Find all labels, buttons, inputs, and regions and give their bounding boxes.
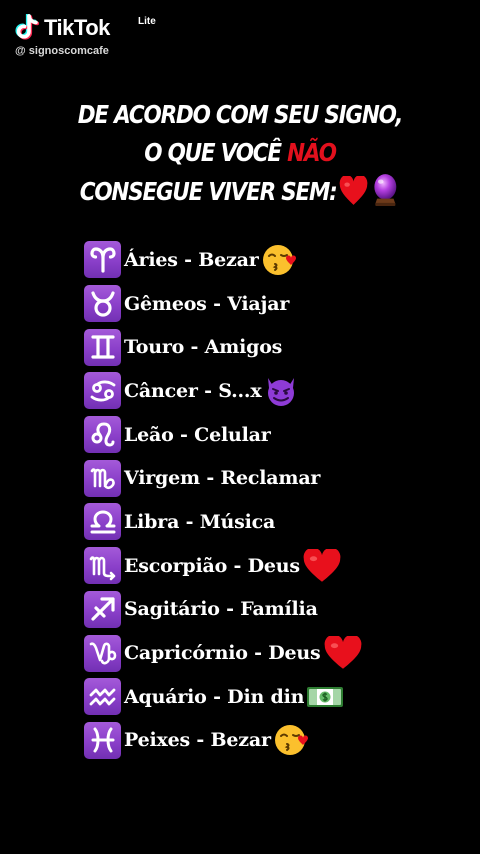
taurus-icon: [84, 285, 121, 323]
kissing-face-icon: [261, 243, 297, 277]
aquarius-icon: [84, 678, 121, 716]
headline-line-3: CONSEGUE VIVER SEM:: [68, 172, 412, 217]
separator: -: [179, 510, 200, 533]
sign-answer: Música: [199, 510, 276, 533]
sign-text: Capricórnio - Deus: [124, 642, 321, 664]
sign-name: Virgem: [124, 467, 200, 490]
sign-answer: Viajar: [227, 292, 290, 315]
list-item: Aquário - Din din: [84, 675, 464, 719]
sign-text: Sagitário - Família: [124, 598, 318, 620]
sign-text: Áries - Bezar: [124, 249, 259, 271]
sign-name: Gêmeos: [124, 292, 207, 315]
dollar-banknote-icon: [306, 682, 344, 712]
sagittarius-icon: [84, 590, 121, 628]
list-item: Leão - Celular: [84, 413, 464, 457]
leo-icon: [84, 416, 121, 454]
sign-text: Câncer - S...x: [124, 379, 262, 402]
list-item: Virgem - Reclamar: [84, 456, 464, 500]
crystal-ball-icon: [371, 172, 400, 217]
list-item: Gêmeos - Viajar: [84, 282, 464, 326]
tiktok-note-icon: [15, 14, 40, 40]
sign-text: Aquário - Din din: [124, 686, 304, 708]
sign-text: Virgem - Reclamar: [124, 467, 320, 489]
sign-answer: S...x: [218, 379, 262, 402]
separator: -: [190, 729, 211, 752]
separator: -: [219, 598, 241, 621]
virgo-icon: [84, 459, 121, 497]
list-item: Touro - Amigos: [84, 325, 464, 369]
sign-answer: Família: [240, 598, 318, 621]
sign-answer: Reclamar: [220, 467, 321, 490]
sign-text: Gêmeos - Viajar: [124, 293, 289, 315]
zodiac-list: Áries - Bezar Gêmeos - Viajar Touro - Am…: [84, 238, 464, 762]
list-item: Peixes - Bezar: [84, 719, 464, 763]
gemini-icon: [84, 328, 121, 366]
red-heart-icon: [339, 174, 368, 217]
sign-text: Libra - Música: [124, 511, 275, 533]
sign-name: Leão: [124, 423, 174, 446]
tiktok-brand-text: TikTok: [44, 15, 110, 40]
sign-text: Touro - Amigos: [124, 336, 282, 358]
sign-text: Leão - Celular: [124, 424, 271, 446]
tiktok-watermark: TikTok Lite @ signoscomcafe: [14, 12, 184, 62]
sign-text: Peixes - Bezar: [124, 729, 271, 751]
list-item: Sagitário - Família: [84, 588, 464, 632]
creator-handle: @ signoscomcafe: [15, 45, 109, 57]
list-item: Escorpião - Deus: [84, 544, 464, 588]
list-item: Câncer - S...x: [84, 369, 464, 413]
separator: -: [177, 248, 199, 271]
aries-icon: [84, 241, 121, 279]
headline: DE ACORDO COM SEU SIGNO, O QUE VOCÊ NÃO …: [68, 96, 412, 217]
smiling-devil-icon: [263, 375, 299, 407]
sign-name: Touro: [124, 336, 185, 359]
headline-line-3-text: CONSEGUE VIVER SEM:: [79, 177, 338, 206]
red-heart-icon: [323, 636, 363, 670]
sign-name: Câncer: [124, 379, 198, 402]
sign-name: Escorpião: [124, 554, 228, 577]
sign-answer: Bezar: [198, 248, 259, 271]
separator: -: [197, 379, 219, 402]
sign-text: Escorpião - Deus: [124, 555, 300, 577]
separator: -: [227, 554, 248, 577]
list-item: Capricórnio - Deus: [84, 631, 464, 675]
pisces-icon: [84, 721, 121, 759]
sign-name: Capricórnio: [124, 642, 248, 665]
headline-highlight-word: NÃO: [287, 138, 337, 167]
scorpio-icon: [84, 547, 121, 585]
red-heart-icon: [302, 548, 342, 583]
sign-answer: Deus: [268, 642, 321, 665]
kissing-face-icon: [273, 723, 309, 757]
sign-answer: Celular: [194, 423, 271, 446]
separator: -: [199, 467, 221, 490]
sign-answer: Deus: [247, 554, 300, 577]
tiktok-edition-text: Lite: [138, 16, 156, 27]
sign-answer: Bezar: [210, 729, 271, 752]
separator: -: [173, 423, 195, 446]
sign-name: Aquário: [124, 685, 207, 708]
headline-line-1: DE ACORDO COM SEU SIGNO,: [77, 100, 404, 129]
headline-line-2-prefix: O QUE VOCÊ: [144, 138, 288, 167]
cancer-icon: [84, 372, 121, 410]
list-item: Libra - Música: [84, 500, 464, 544]
separator: -: [206, 685, 228, 708]
sign-answer: Din din: [227, 685, 305, 708]
sign-answer: Amigos: [204, 336, 283, 359]
sign-name: Sagitário: [124, 598, 220, 621]
separator: -: [184, 336, 205, 359]
capricorn-icon: [84, 634, 121, 672]
headline-line-2: O QUE VOCÊ NÃO: [68, 134, 412, 172]
list-item: Áries - Bezar: [84, 238, 464, 282]
separator: -: [247, 642, 269, 665]
sign-name: Áries: [124, 248, 178, 271]
separator: -: [206, 292, 228, 315]
sign-name: Libra: [124, 510, 180, 533]
sign-name: Peixes: [124, 729, 190, 752]
libra-icon: [84, 503, 121, 541]
